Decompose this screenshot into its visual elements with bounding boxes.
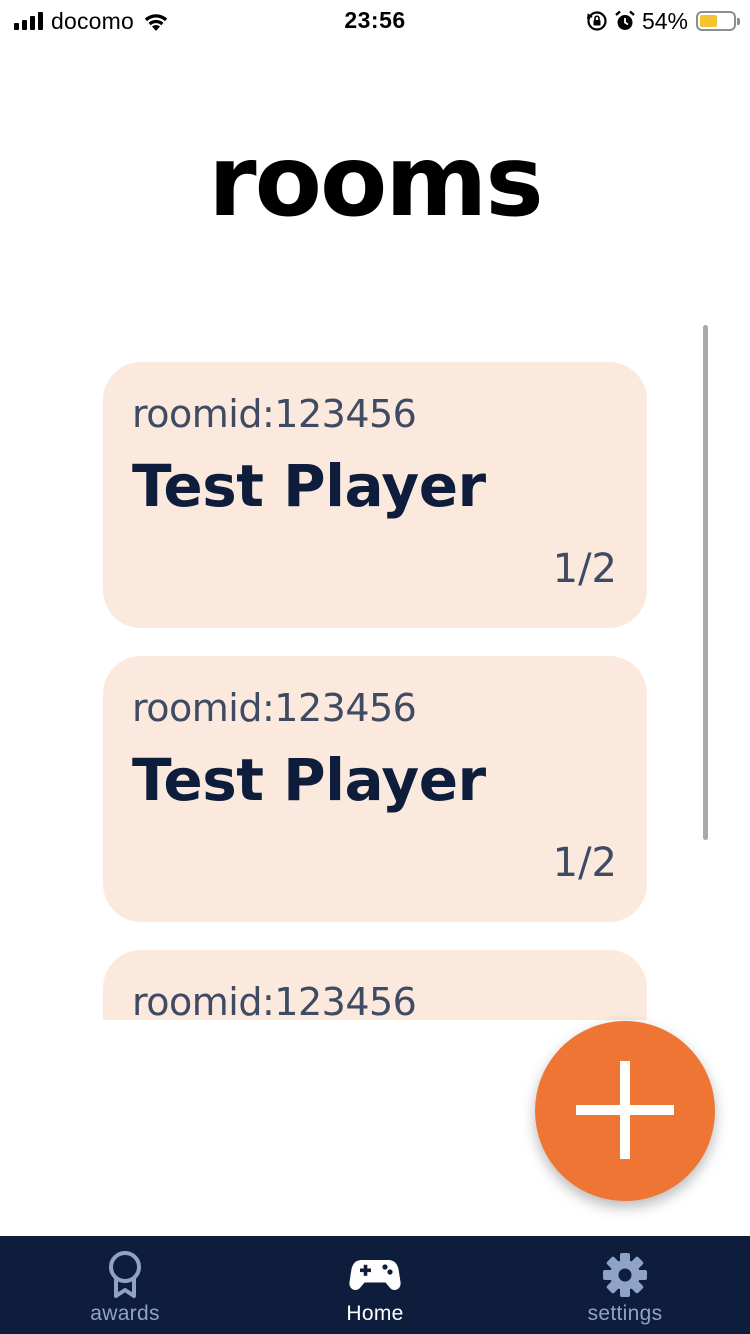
room-id: roomid:123456 <box>132 980 417 1020</box>
battery-percent: 54% <box>641 7 688 34</box>
nav-label-awards: awards <box>90 1302 160 1325</box>
room-list[interactable]: roomid:123456 Test Player 1/2 roomid:123… <box>0 340 750 1020</box>
room-player-count: 1/2 <box>552 840 617 886</box>
room-id: roomid:123456 <box>132 392 417 436</box>
page-title: rooms <box>208 125 543 239</box>
award-ribbon-icon <box>109 1251 141 1298</box>
plus-icon <box>576 1061 674 1159</box>
gamepad-icon <box>349 1260 401 1290</box>
orientation-lock-icon <box>586 11 607 31</box>
add-room-button[interactable] <box>535 1021 715 1201</box>
room-card[interactable]: roomid:123456 Test Player 1/2 <box>103 656 647 922</box>
bottom-nav: awards Home settings <box>0 1236 750 1334</box>
list-scrollbar[interactable] <box>703 325 708 840</box>
nav-label-home: Home <box>346 1302 404 1325</box>
battery-icon <box>696 11 740 31</box>
nav-item-awards[interactable]: awards <box>0 1236 250 1334</box>
room-card[interactable]: roomid:123456 Test Player 1/2 <box>103 362 647 628</box>
nav-item-home[interactable]: Home <box>250 1236 500 1334</box>
nav-label-settings: settings <box>587 1302 663 1325</box>
nav-item-settings[interactable]: settings <box>500 1236 750 1334</box>
gear-icon <box>603 1253 647 1297</box>
alarm-icon <box>615 10 635 30</box>
room-player-count: 1/2 <box>552 546 617 592</box>
room-player-name: Test Player <box>132 746 486 814</box>
room-id: roomid:123456 <box>132 686 417 730</box>
room-player-name: Test Player <box>132 452 486 520</box>
status-bar-right: 54% <box>586 7 740 35</box>
status-bar: docomo 23:56 54% <box>0 0 750 42</box>
room-card[interactable]: roomid:123456 <box>103 950 647 1020</box>
